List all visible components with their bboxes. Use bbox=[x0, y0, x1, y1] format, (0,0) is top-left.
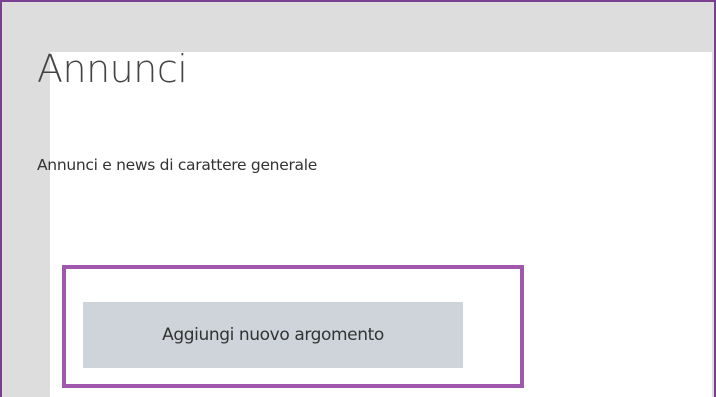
forum-description: Annunci e news di carattere generale bbox=[37, 156, 317, 174]
page-title: Annunci bbox=[37, 47, 188, 91]
add-new-topic-button[interactable]: Aggiungi nuovo argomento bbox=[83, 302, 463, 368]
